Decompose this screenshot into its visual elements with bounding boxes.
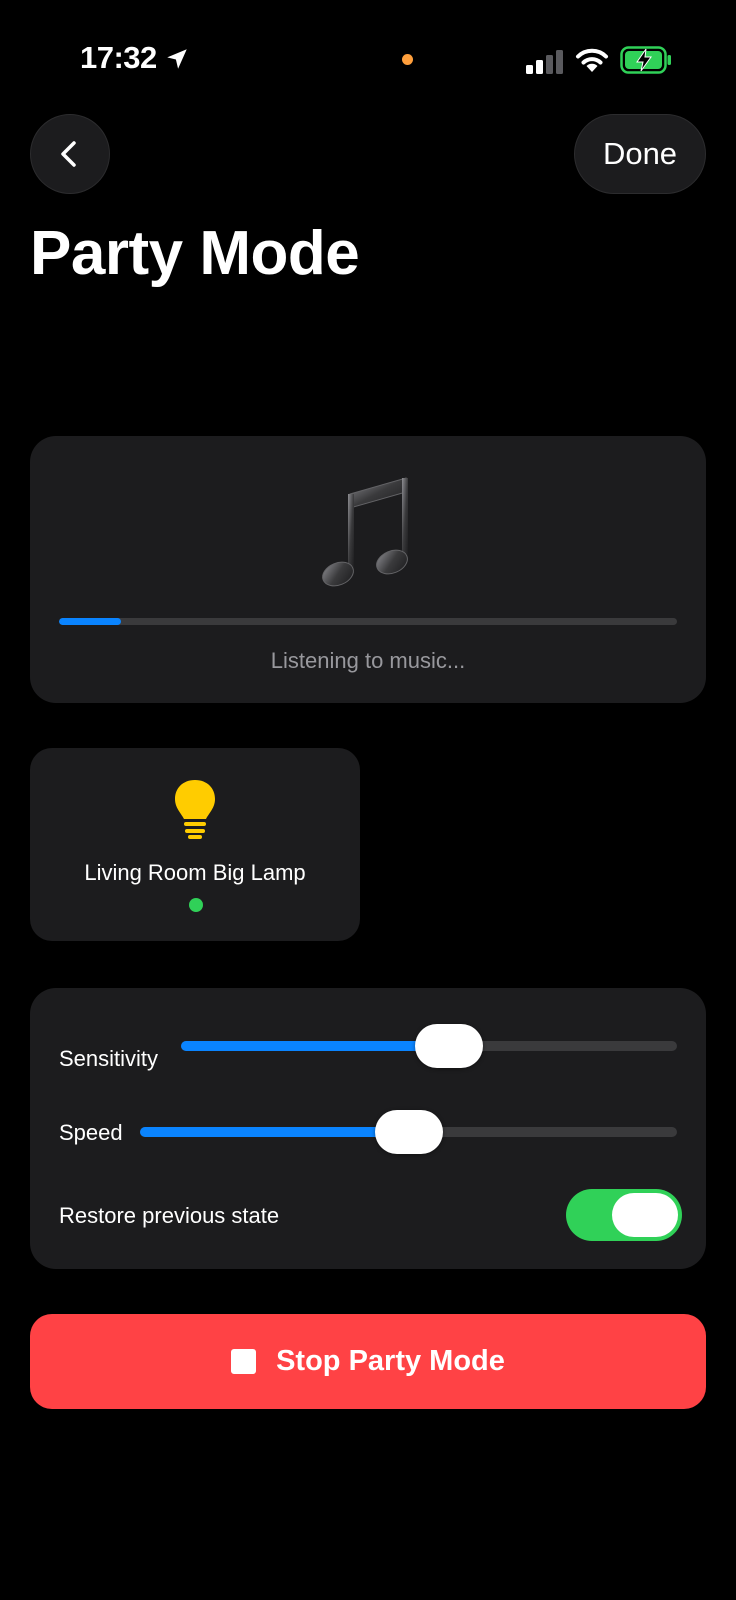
device-status-dot <box>189 898 203 912</box>
listening-progress-bar <box>59 618 677 625</box>
device-name: Living Room Big Lamp <box>84 860 306 885</box>
restore-previous-state-toggle[interactable] <box>566 1189 682 1241</box>
privacy-indicator <box>402 54 413 65</box>
restore-previous-state-label: Restore previous state <box>59 1203 280 1228</box>
sensitivity-slider-fill <box>181 1041 449 1051</box>
listening-progress-fill <box>59 618 121 625</box>
speed-slider-fill <box>140 1127 409 1137</box>
speed-slider[interactable] <box>140 1110 677 1154</box>
chevron-left-icon <box>61 141 76 167</box>
stop-icon <box>231 1349 257 1374</box>
wifi-icon <box>576 48 608 72</box>
cellular-signal-icon <box>526 50 563 74</box>
back-button[interactable] <box>30 114 110 194</box>
light-bulb-icon <box>175 780 215 839</box>
stop-party-mode-label: Stop Party Mode <box>276 1345 505 1377</box>
done-button[interactable]: Done <box>574 114 706 194</box>
status-bar: 17:32 <box>0 0 736 110</box>
party-mode-screen: 17:32 Done Party Mode Listening to music… <box>0 0 736 1600</box>
settings-card: Sensitivity Speed Restore previous state <box>30 988 706 1269</box>
device-card-living-room-big-lamp[interactable]: Living Room Big Lamp <box>30 748 360 941</box>
stop-party-mode-button[interactable]: Stop Party Mode <box>30 1314 706 1409</box>
music-note-icon <box>322 477 408 587</box>
sensitivity-slider[interactable] <box>181 1024 677 1068</box>
location-arrow-icon <box>167 49 187 69</box>
speed-slider-thumb[interactable] <box>374 1110 443 1154</box>
listening-status-text: Listening to music... <box>270 648 466 673</box>
status-time: 17:32 <box>80 40 157 75</box>
battery-charging-icon <box>620 46 671 74</box>
speed-label: Speed <box>59 1120 123 1145</box>
toggle-knob <box>612 1193 678 1237</box>
music-listening-card: Listening to music... <box>30 436 706 703</box>
page-title: Party Mode <box>30 219 360 288</box>
sensitivity-slider-thumb[interactable] <box>414 1024 483 1068</box>
sensitivity-label: Sensitivity <box>59 1046 159 1071</box>
